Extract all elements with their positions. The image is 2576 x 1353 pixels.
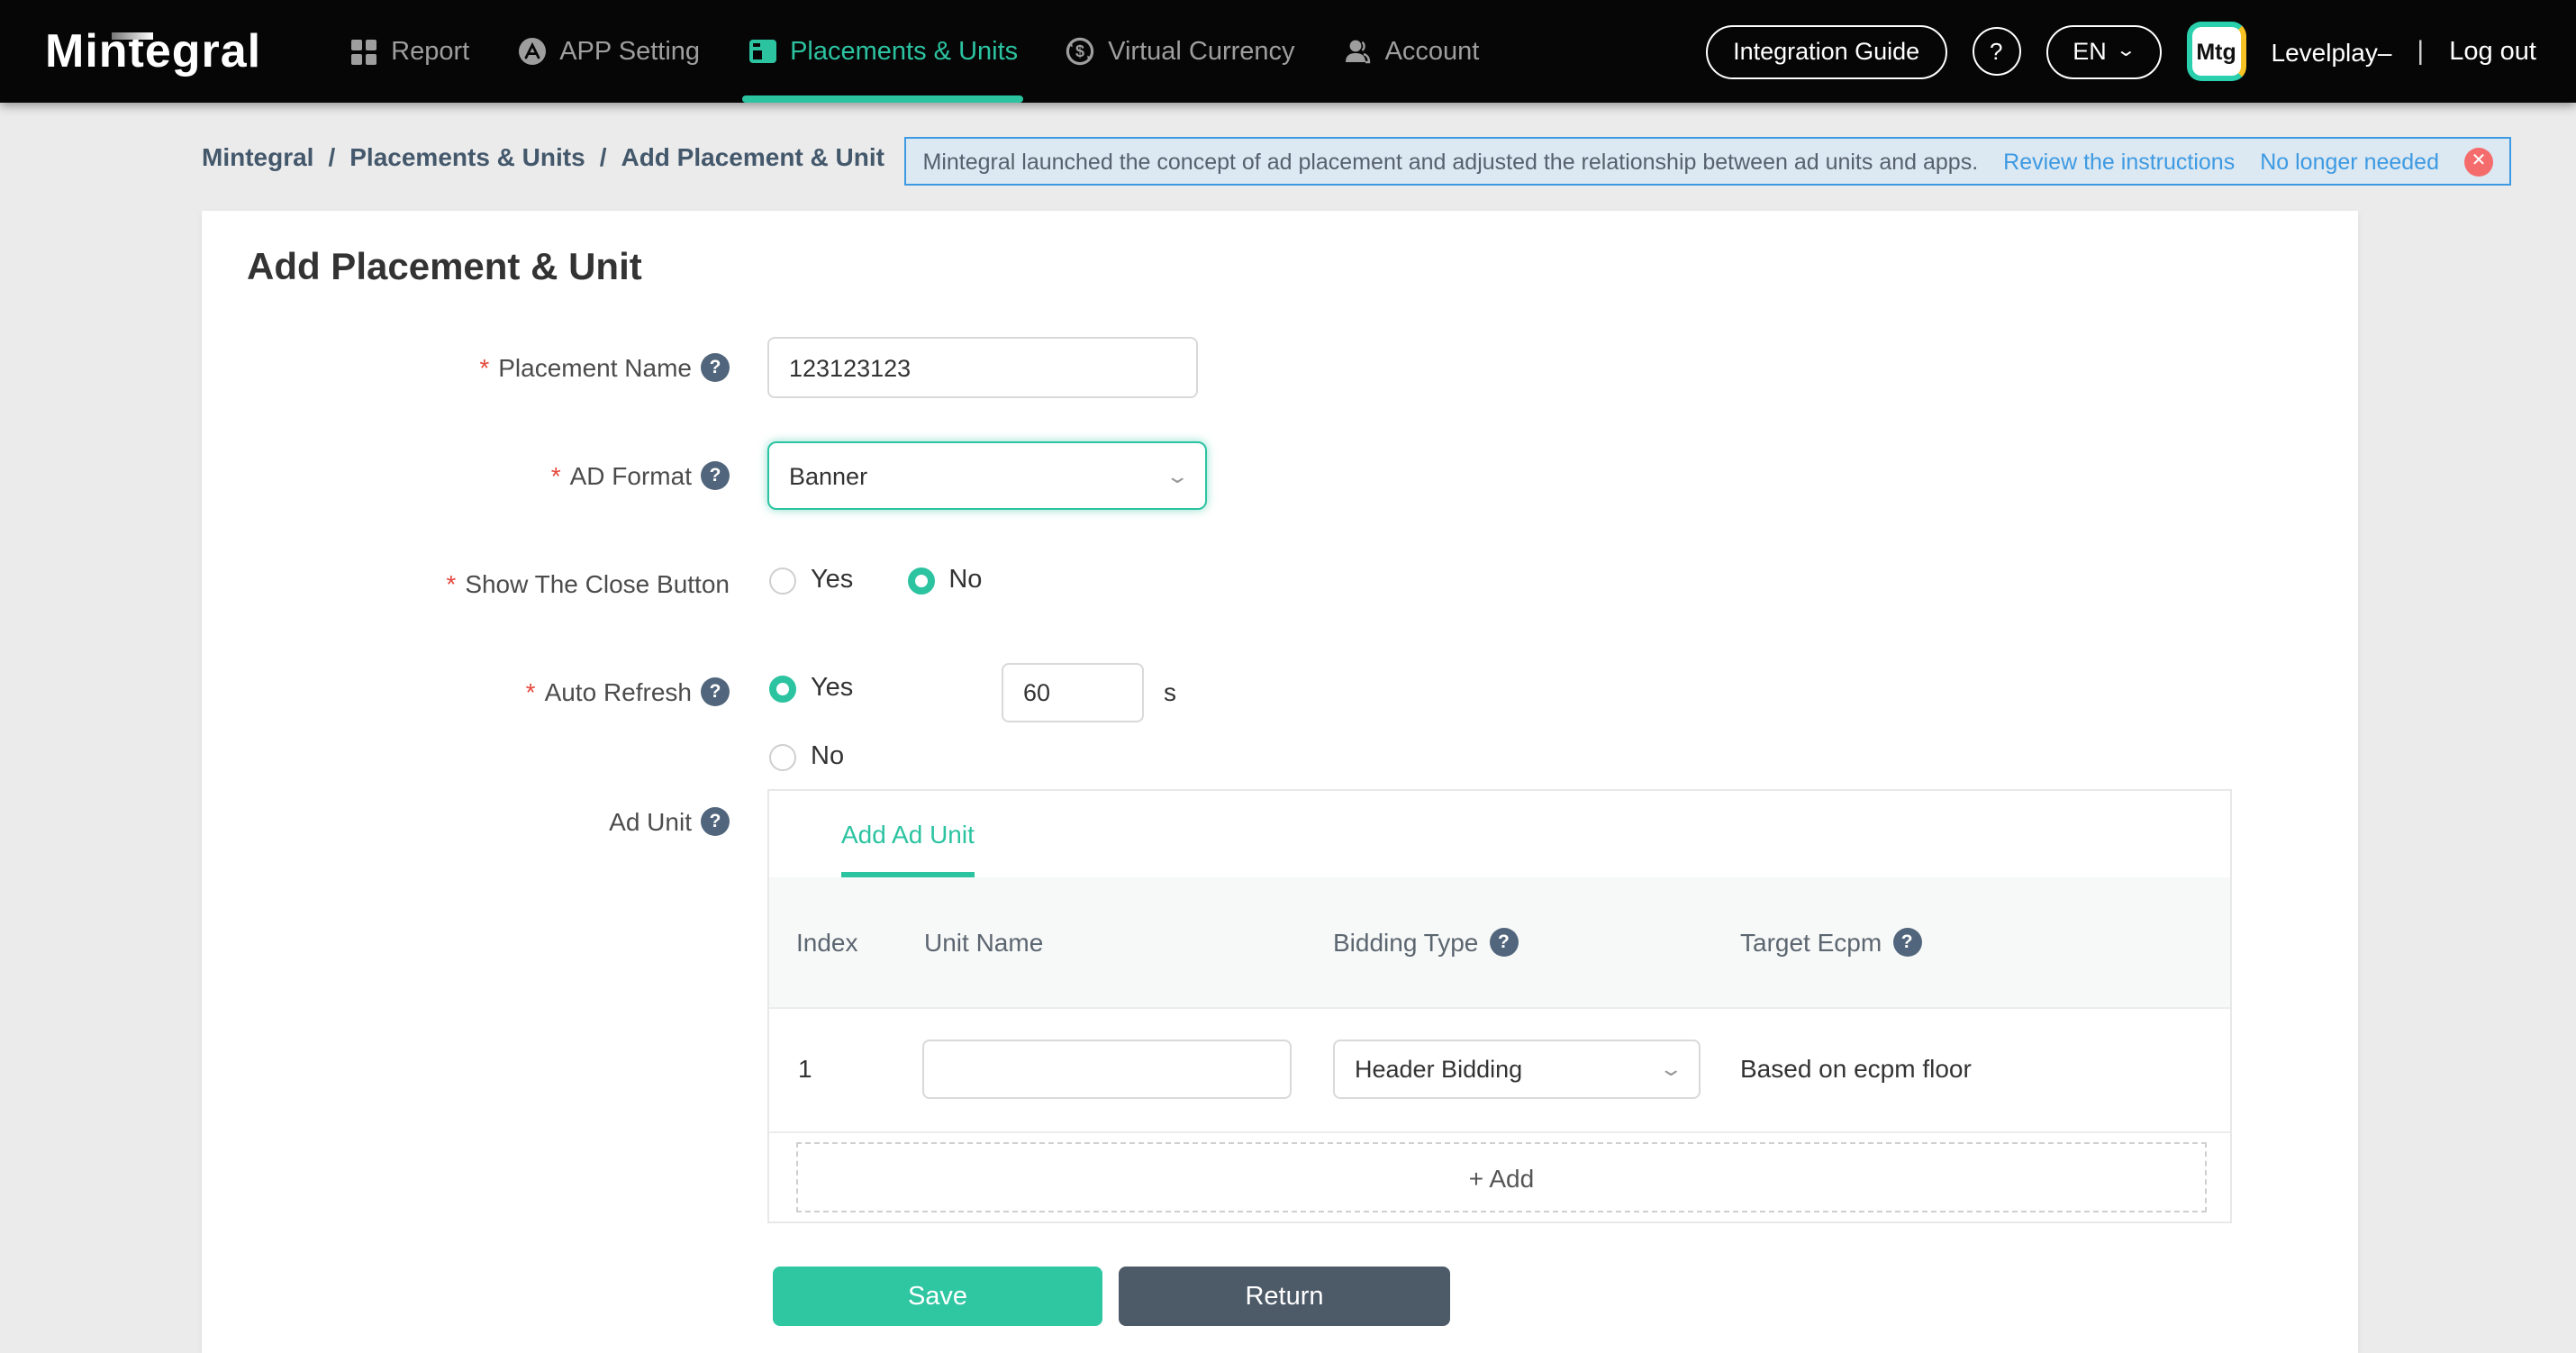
notice-message: Mintegral launched the concept of ad pla…	[923, 149, 1979, 174]
placement-name-label: Placement Name ?	[202, 353, 730, 382]
auto-refresh-no-radio[interactable]	[769, 743, 796, 770]
ad-unit-panel: Add Ad Unit Index Unit Name Bidding Type…	[767, 789, 2232, 1223]
account-person-icon	[1342, 36, 1373, 67]
language-dropdown[interactable]: EN ⌄	[2045, 24, 2161, 78]
header-help-button[interactable]: ?	[1972, 27, 2020, 76]
show-close-no-radio[interactable]	[907, 567, 934, 594]
username-label: Levelplay–	[2272, 37, 2392, 66]
bidding-type-select[interactable]: Header Bidding ⌄	[1333, 1040, 1701, 1099]
bidding-type-help-icon[interactable]: ?	[1489, 928, 1518, 957]
nav-divider: |	[2417, 36, 2424, 67]
unit-name-input[interactable]	[922, 1040, 1292, 1099]
breadcrumb-placements-units[interactable]: Placements & Units	[349, 142, 585, 171]
integration-guide-button[interactable]: Integration Guide	[1706, 24, 1946, 78]
placement-name-input[interactable]	[767, 337, 1198, 398]
auto-refresh-yes-radio[interactable]	[769, 675, 796, 702]
auto-refresh-no-label[interactable]: No	[811, 742, 844, 771]
placements-window-icon	[747, 36, 777, 67]
notice-close-icon[interactable]: ✕	[2464, 147, 2493, 176]
no-longer-needed-link[interactable]: No longer needed	[2260, 149, 2439, 174]
nav-item-report[interactable]: Report	[326, 0, 493, 103]
nav-item-label: Account	[1385, 37, 1480, 66]
language-label: EN	[2073, 38, 2107, 65]
auto-refresh-yes-label[interactable]: Yes	[811, 674, 853, 703]
logout-button[interactable]: Log out	[2449, 37, 2536, 66]
app-setting-icon	[516, 36, 547, 67]
ad-format-help-icon[interactable]: ?	[701, 461, 730, 490]
target-ecpm-value: Based on ecpm floor	[1740, 1054, 1972, 1083]
nav-item-label: Virtual Currency	[1108, 37, 1294, 66]
svg-text:$: $	[1075, 42, 1084, 60]
show-close-radio-group: Yes No	[769, 566, 982, 595]
nav-item-virtual-currency[interactable]: $ Virtual Currency	[1041, 0, 1318, 103]
report-grid-icon	[349, 37, 378, 66]
nav-item-app-setting[interactable]: APP Setting	[493, 0, 723, 103]
chevron-down-icon: ⌄	[1658, 1058, 1683, 1081]
auto-refresh-label: Auto Refresh ?	[202, 677, 730, 706]
table-row: 1 Header Bidding ⌄ Based on ecpm floor	[769, 1007, 2230, 1133]
review-instructions-link[interactable]: Review the instructions	[2003, 149, 2235, 174]
currency-exchange-icon: $	[1065, 36, 1095, 67]
breadcrumb-separator: /	[600, 142, 607, 171]
show-close-no-label[interactable]: No	[948, 566, 982, 595]
auto-refresh-no-row: No	[769, 742, 844, 771]
return-button[interactable]: Return	[1119, 1267, 1450, 1326]
breadcrumb-mintegral[interactable]: Mintegral	[202, 142, 313, 171]
avatar[interactable]: Mtg	[2187, 22, 2246, 81]
nav-right-cluster: Integration Guide ? EN ⌄ Mtg Levelplay– …	[1706, 22, 2536, 81]
auto-refresh-seconds-input[interactable]	[1002, 663, 1144, 722]
save-button[interactable]: Save	[773, 1267, 1102, 1326]
breadcrumb-separator: /	[328, 142, 335, 171]
nav-menu: Report APP Setting Placements & Units $ …	[326, 0, 1502, 103]
index-column-header: Index	[796, 877, 858, 1007]
target-ecpm-help-icon[interactable]: ?	[1892, 928, 1921, 957]
add-placement-card: Add Placement & Unit Placement Name ? AD…	[202, 211, 2358, 1353]
bidding-type-column-header: Bidding Type ?	[1333, 877, 1518, 1007]
page-title: Add Placement & Unit	[247, 247, 642, 290]
show-close-button-label: Show The Close Button	[202, 569, 730, 598]
ad-format-label: AD Format ?	[202, 461, 730, 490]
mintegral-logo[interactable]: Mintegral	[45, 23, 261, 79]
target-ecpm-column-header: Target Ecpm ?	[1740, 877, 1921, 1007]
breadcrumb-current-page: Add Placement & Unit	[621, 142, 884, 171]
nav-item-account[interactable]: Account	[1319, 0, 1503, 103]
chevron-down-icon: ⌄	[1165, 464, 1190, 487]
bidding-type-value: Header Bidding	[1355, 1056, 1522, 1083]
auto-refresh-yes-row: Yes	[769, 674, 853, 703]
show-close-yes-radio[interactable]	[769, 567, 796, 594]
seconds-unit-label: s	[1164, 677, 1176, 706]
show-close-yes-label[interactable]: Yes	[811, 566, 853, 595]
nav-item-label: Placements & Units	[790, 37, 1018, 66]
row-index: 1	[798, 1054, 812, 1083]
chevron-down-icon: ⌄	[2116, 41, 2136, 61]
unit-name-column-header: Unit Name	[924, 877, 1043, 1007]
auto-refresh-help-icon[interactable]: ?	[701, 677, 730, 706]
add-unit-button[interactable]: + Add	[796, 1142, 2207, 1212]
ad-format-select[interactable]: Banner ⌄	[767, 441, 1207, 510]
nav-item-placements-units[interactable]: Placements & Units	[723, 0, 1041, 103]
ad-unit-label: Ad Unit ?	[202, 807, 730, 836]
placement-name-help-icon[interactable]: ?	[701, 353, 730, 382]
breadcrumb: Mintegral / Placements & Units / Add Pla…	[202, 103, 884, 211]
nav-item-label: APP Setting	[559, 37, 700, 66]
tab-add-ad-unit[interactable]: Add Ad Unit	[841, 791, 975, 877]
nav-item-label: Report	[391, 37, 469, 66]
ad-unit-help-icon[interactable]: ?	[701, 807, 730, 836]
top-nav: Mintegral Report APP Setting Placements …	[0, 0, 2576, 103]
notice-banner: Mintegral launched the concept of ad pla…	[905, 137, 2512, 186]
ad-format-value: Banner	[789, 462, 867, 489]
app-viewport: Mintegral Report APP Setting Placements …	[0, 0, 2576, 1353]
ad-unit-table-header: Index Unit Name Bidding Type ? Target Ec…	[769, 877, 2230, 1009]
